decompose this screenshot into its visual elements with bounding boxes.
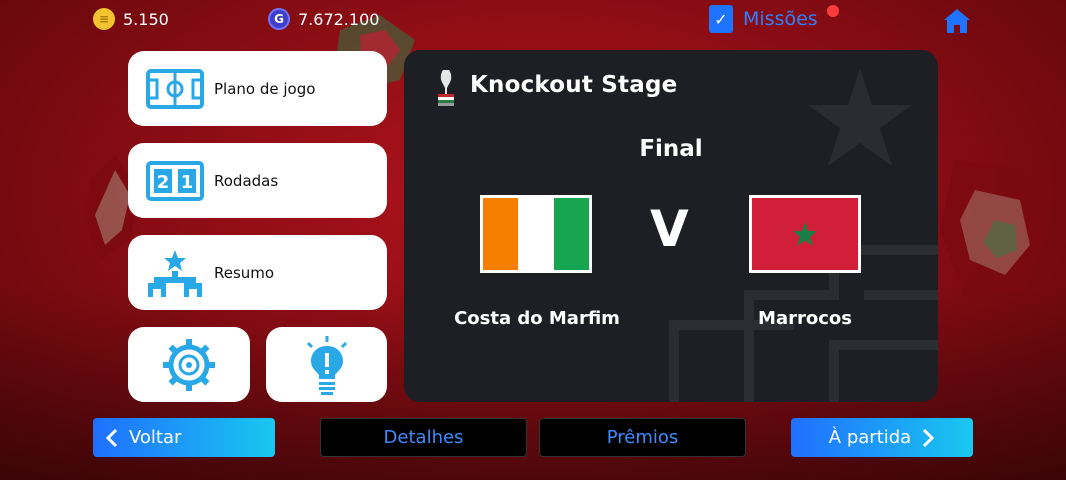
away-team-flag xyxy=(749,195,861,273)
clipboard-check-icon: ✓ xyxy=(709,5,733,33)
round-name: Final xyxy=(639,136,703,162)
gp-icon: G xyxy=(268,8,290,30)
lightbulb-icon xyxy=(306,335,347,395)
chevron-left-icon xyxy=(105,428,118,447)
game-plan-icon xyxy=(144,67,206,111)
notification-dot xyxy=(827,5,839,17)
back-button[interactable]: Voltar xyxy=(93,418,275,457)
tips-card[interactable] xyxy=(266,327,387,402)
gp-amount: 7.672.100 xyxy=(298,9,380,29)
gear-icon xyxy=(163,338,215,391)
svg-text:2: 2 xyxy=(157,172,170,193)
to-match-button[interactable]: À partida xyxy=(791,418,973,457)
flag-stripe-orange xyxy=(483,198,519,270)
flag-star-icon xyxy=(793,222,817,246)
settings-card[interactable] xyxy=(128,327,250,402)
game-plan-label: Plano de jogo xyxy=(214,79,316,98)
gp-balance: G 7.672.100 xyxy=(268,8,379,30)
stage-title: Knockout Stage xyxy=(470,72,678,98)
svg-text:1: 1 xyxy=(181,172,194,193)
bracket-icon xyxy=(144,249,206,297)
to-match-label: À partida xyxy=(828,427,912,448)
chevron-right-icon xyxy=(923,428,935,447)
away-team-name: Marrocos xyxy=(758,308,852,329)
home-team-flag xyxy=(480,195,592,273)
flag-stripe-green xyxy=(553,198,589,270)
coins-amount: 5.150 xyxy=(123,9,169,29)
scoreboard-icon: 2 1 xyxy=(144,159,206,203)
summary-card[interactable]: Resumo xyxy=(128,235,387,310)
prizes-button[interactable]: Prêmios xyxy=(539,418,746,457)
rounds-label: Rodadas xyxy=(214,171,279,190)
rounds-card[interactable]: 2 1 Rodadas xyxy=(128,143,387,218)
game-plan-card[interactable]: Plano de jogo xyxy=(128,51,387,126)
home-icon[interactable] xyxy=(942,7,972,35)
coin-icon: ≡ xyxy=(93,8,115,30)
flag-stripe-white xyxy=(518,198,554,270)
missions-button[interactable]: ✓ Missões xyxy=(709,5,818,33)
back-label: Voltar xyxy=(129,427,182,448)
prizes-label: Prêmios xyxy=(606,427,679,448)
summary-label: Resumo xyxy=(214,263,275,282)
home-team-name: Costa do Marfim xyxy=(454,308,620,329)
versus-label: V xyxy=(650,200,689,258)
details-label: Detalhes xyxy=(383,427,464,448)
coins-balance: ≡ 5.150 xyxy=(93,8,169,30)
trophy-icon xyxy=(438,70,454,106)
match-panel: Knockout Stage Final V Costa do Marfim M… xyxy=(404,50,938,402)
details-button[interactable]: Detalhes xyxy=(320,418,527,457)
background-flower-decoration xyxy=(940,160,1050,300)
missions-label: Missões xyxy=(743,8,818,30)
